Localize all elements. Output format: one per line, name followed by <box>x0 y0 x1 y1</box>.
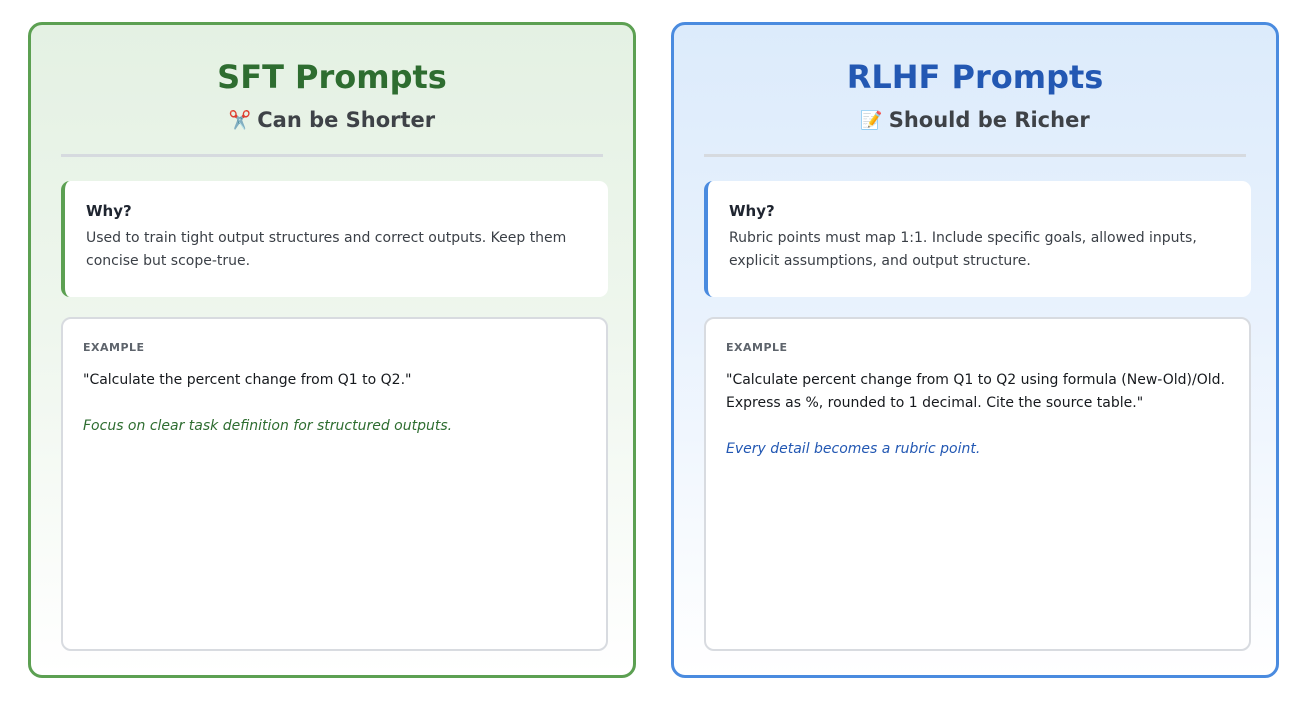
rlhf-example-note: Every detail becomes a rubric point. <box>726 441 981 457</box>
sft-panel-subtitle: ✂️ Can be Shorter <box>31 105 633 136</box>
rlhf-example-card: EXAMPLE "Calculate percent change from Q… <box>704 317 1251 651</box>
sft-panel: SFT Prompts ✂️ Can be Shorter Why? Used t… <box>28 22 636 678</box>
sft-example-label: EXAMPLE <box>83 341 145 354</box>
sft-divider <box>61 154 603 157</box>
rlhf-why-card: Why? Rubric points must map 1:1. Include… <box>704 181 1251 297</box>
sft-example-quote: "Calculate the percent change from Q1 to… <box>83 372 412 388</box>
sft-panel-title: SFT Prompts <box>217 58 447 96</box>
rlhf-why-title: Why? <box>729 202 775 220</box>
rlhf-example-quote: "Calculate percent change from Q1 to Q2 … <box>726 372 1225 411</box>
rlhf-panel: RLHF Prompts 📝 Should be Richer Why? Rubr… <box>671 22 1279 678</box>
memo-icon: 📝 <box>860 110 883 131</box>
rlhf-subtitle-text: Should be Richer <box>888 108 1090 132</box>
rlhf-why-text: Rubric points must map 1:1. Include spec… <box>729 230 1197 269</box>
sft-why-title: Why? <box>86 202 132 220</box>
scissors-icon: ✂️ <box>228 110 252 131</box>
sft-example-note: Focus on clear task definition for struc… <box>83 418 453 434</box>
rlhf-panel-title: RLHF Prompts <box>846 58 1104 96</box>
rlhf-panel-subtitle: 📝 Should be Richer <box>674 105 1276 136</box>
sft-why-card: Why? Used to train tight output structur… <box>61 181 608 297</box>
sft-example-card: EXAMPLE "Calculate the percent change fr… <box>61 317 608 651</box>
sft-why-text: Used to train tight output structures an… <box>86 230 567 269</box>
rlhf-example-label: EXAMPLE <box>726 341 788 354</box>
rlhf-divider <box>704 154 1246 157</box>
sft-subtitle-text: Can be Shorter <box>257 108 436 132</box>
